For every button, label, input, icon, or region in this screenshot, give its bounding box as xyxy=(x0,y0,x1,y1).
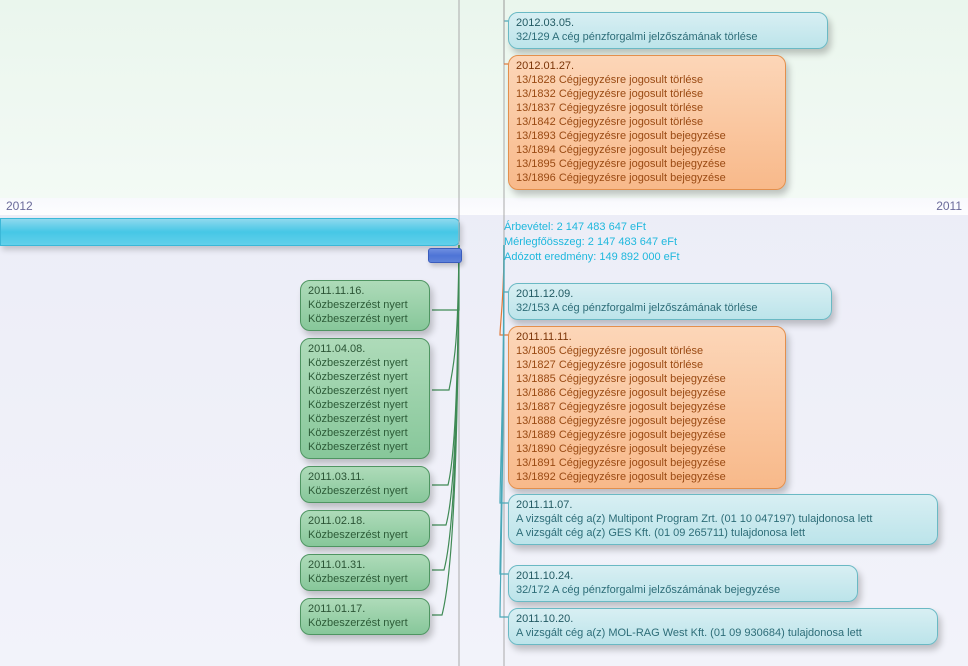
event-box-line: 32/172 A cég pénzforgalmi jelzőszámának … xyxy=(516,583,850,597)
event-box[interactable]: 2011.12.09.32/153 A cég pénzforgalmi jel… xyxy=(508,283,832,320)
financial-profit-label: Adózott eredmény: xyxy=(504,251,596,263)
event-box-line: 13/1832 Cégjegyzésre jogosult törlése xyxy=(516,87,778,101)
financial-profit-value: 149 892 000 eFt xyxy=(599,251,679,263)
event-box[interactable]: 2011.04.08.Közbeszerzést nyertKözbeszerz… xyxy=(300,338,430,459)
event-box-line: 13/1895 Cégjegyzésre jogosult bejegyzése xyxy=(516,157,778,171)
event-box[interactable]: 2012.01.27.13/1828 Cégjegyzésre jogosult… xyxy=(508,55,786,190)
event-box-date: 2011.11.16. xyxy=(308,284,422,298)
event-box[interactable]: 2011.01.17.Közbeszerzést nyert xyxy=(300,598,430,635)
event-box-line: A vizsgált cég a(z) GES Kft. (01 09 2657… xyxy=(516,526,930,540)
event-box-line: Közbeszerzést nyert xyxy=(308,356,422,370)
event-box-line: Közbeszerzést nyert xyxy=(308,298,422,312)
financial-balance-label: Mérlegfőösszeg: xyxy=(504,236,585,248)
year-label-left: 2012 xyxy=(6,199,33,213)
event-box[interactable]: 2011.01.31.Közbeszerzést nyert xyxy=(300,554,430,591)
financial-balance: Mérlegfőösszeg: 2 147 483 647 eFt xyxy=(504,235,680,250)
event-box-date: 2011.12.09. xyxy=(516,287,824,301)
event-box-line: A vizsgált cég a(z) MOL-RAG West Kft. (0… xyxy=(516,626,930,640)
event-box[interactable]: 2012.03.05.32/129 A cég pénzforgalmi jel… xyxy=(508,12,828,49)
event-box-line: 13/1888 Cégjegyzésre jogosult bejegyzése xyxy=(516,414,778,428)
event-box-line: Közbeszerzést nyert xyxy=(308,312,422,326)
event-box-date: 2012.03.05. xyxy=(516,16,820,30)
event-box-line: Közbeszerzést nyert xyxy=(308,528,422,542)
event-box-line: A vizsgált cég a(z) Multipont Program Zr… xyxy=(516,512,930,526)
event-box-line: Közbeszerzést nyert xyxy=(308,398,422,412)
event-box-line: Közbeszerzést nyert xyxy=(308,370,422,384)
event-box-line: Közbeszerzést nyert xyxy=(308,616,422,630)
event-box-line: 13/1894 Cégjegyzésre jogosult bejegyzése xyxy=(516,143,778,157)
event-box-line: 13/1890 Cégjegyzésre jogosult bejegyzése xyxy=(516,442,778,456)
event-box[interactable]: 2011.02.18.Közbeszerzést nyert xyxy=(300,510,430,547)
event-box-line: 13/1805 Cégjegyzésre jogosult törlése xyxy=(516,344,778,358)
event-box-line: 32/129 A cég pénzforgalmi jelzőszámának … xyxy=(516,30,820,44)
event-box-date: 2011.01.31. xyxy=(308,558,422,572)
event-box-line: 13/1827 Cégjegyzésre jogosult törlése xyxy=(516,358,778,372)
event-box-date: 2012.01.27. xyxy=(516,59,778,73)
event-box-line: 13/1891 Cégjegyzésre jogosult bejegyzése xyxy=(516,456,778,470)
event-box[interactable]: 2011.03.11.Közbeszerzést nyert xyxy=(300,466,430,503)
year-label-right: 2011 xyxy=(936,199,962,213)
event-box-date: 2011.02.18. xyxy=(308,514,422,528)
event-box-line: Közbeszerzést nyert xyxy=(308,572,422,586)
event-box-line: 13/1892 Cégjegyzésre jogosult bejegyzése xyxy=(516,470,778,484)
financial-revenue-label: Árbevétel: xyxy=(504,221,554,233)
event-box[interactable]: 2011.10.24.32/172 A cég pénzforgalmi jel… xyxy=(508,565,858,602)
event-box-line: Közbeszerzést nyert xyxy=(308,426,422,440)
financial-balance-value: 2 147 483 647 eFt xyxy=(588,236,677,248)
event-box-line: 13/1885 Cégjegyzésre jogosult bejegyzése xyxy=(516,372,778,386)
financial-profit: Adózott eredmény: 149 892 000 eFt xyxy=(504,250,680,265)
event-box[interactable]: 2011.11.07. A vizsgált cég a(z) Multipon… xyxy=(508,494,938,545)
event-box-line: 13/1896 Cégjegyzésre jogosult bejegyzése xyxy=(516,171,778,185)
event-box-line: 13/1889 Cégjegyzésre jogosult bejegyzése xyxy=(516,428,778,442)
event-box-date: 2011.04.08. xyxy=(308,342,422,356)
event-box-date: 2011.10.20. xyxy=(516,612,930,626)
event-box[interactable]: 2011.10.20. A vizsgált cég a(z) MOL-RAG … xyxy=(508,608,938,645)
event-box-line: Közbeszerzést nyert xyxy=(308,484,422,498)
event-box-line: 13/1842 Cégjegyzésre jogosult törlése xyxy=(516,115,778,129)
timeline-bar-main xyxy=(0,218,460,246)
event-box-line: 13/1893 Cégjegyzésre jogosult bejegyzése xyxy=(516,129,778,143)
event-box-line: 13/1887 Cégjegyzésre jogosult bejegyzése xyxy=(516,400,778,414)
event-box[interactable]: 2011.11.16.Közbeszerzést nyertKözbeszerz… xyxy=(300,280,430,331)
timeline-bar-secondary xyxy=(428,248,462,263)
event-box[interactable]: 2011.11.11.13/1805 Cégjegyzésre jogosult… xyxy=(508,326,786,489)
event-box-date: 2011.10.24. xyxy=(516,569,850,583)
event-box-line: 13/1837 Cégjegyzésre jogosult törlése xyxy=(516,101,778,115)
financial-summary: Árbevétel: 2 147 483 647 eFt Mérlegfőöss… xyxy=(504,220,680,265)
event-box-line: 13/1828 Cégjegyzésre jogosult törlése xyxy=(516,73,778,87)
event-box-line: Közbeszerzést nyert xyxy=(308,440,422,454)
event-box-date: 2011.11.11. xyxy=(516,330,778,344)
event-box-line: 13/1886 Cégjegyzésre jogosult bejegyzése xyxy=(516,386,778,400)
year-divider-strip xyxy=(0,198,968,215)
event-box-date: 2011.11.07. xyxy=(516,498,930,512)
event-box-date: 2011.03.11. xyxy=(308,470,422,484)
event-box-line: Közbeszerzést nyert xyxy=(308,384,422,398)
financial-revenue-value: 2 147 483 647 eFt xyxy=(557,221,646,233)
event-box-line: Közbeszerzést nyert xyxy=(308,412,422,426)
event-box-date: 2011.01.17. xyxy=(308,602,422,616)
financial-revenue: Árbevétel: 2 147 483 647 eFt xyxy=(504,220,680,235)
event-box-line: 32/153 A cég pénzforgalmi jelzőszámának … xyxy=(516,301,824,315)
